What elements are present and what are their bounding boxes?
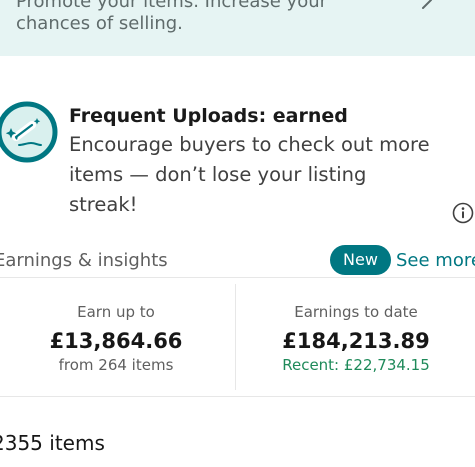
new-badge: New — [330, 245, 391, 275]
earnings-insights-header: Earnings & insights New See more — [0, 240, 475, 280]
earnings-to-date-value: £184,213.89 — [282, 329, 430, 353]
see-more-link[interactable]: See more — [396, 250, 475, 272]
sparkle-badge-icon — [0, 101, 58, 163]
chevron-right-icon[interactable] — [419, 0, 435, 10]
info-icon[interactable] — [452, 202, 474, 224]
earnings-to-date-column: Earnings to date £184,213.89 Recent: £22… — [237, 278, 475, 396]
column-divider — [235, 284, 236, 390]
items-count: 2355 items — [0, 431, 105, 455]
badge-title: Frequent Uploads: earned — [69, 105, 348, 127]
earn-up-to-label: Earn up to — [77, 303, 155, 321]
recent-earnings: Recent: £22,734.15 — [282, 356, 430, 374]
frequent-uploads-badge-section: Frequent Uploads: earned Encourage buyer… — [0, 56, 475, 226]
earnings-to-date-label: Earnings to date — [294, 303, 418, 321]
badge-description: Encourage buyers to check out more items… — [69, 133, 430, 216]
promote-items-banner[interactable]: Promote your items. Increase your chance… — [0, 0, 475, 56]
promo-text-line2: chances of selling. — [16, 13, 183, 34]
earn-up-to-sub: from 264 items — [58, 356, 174, 374]
earn-up-to-value: £13,864.66 — [49, 329, 183, 353]
earn-up-to-column: Earn up to £13,864.66 from 264 items — [0, 278, 234, 396]
section-title: Earnings & insights — [0, 250, 168, 271]
earnings-card[interactable]: Earn up to £13,864.66 from 264 items Ear… — [0, 277, 475, 397]
